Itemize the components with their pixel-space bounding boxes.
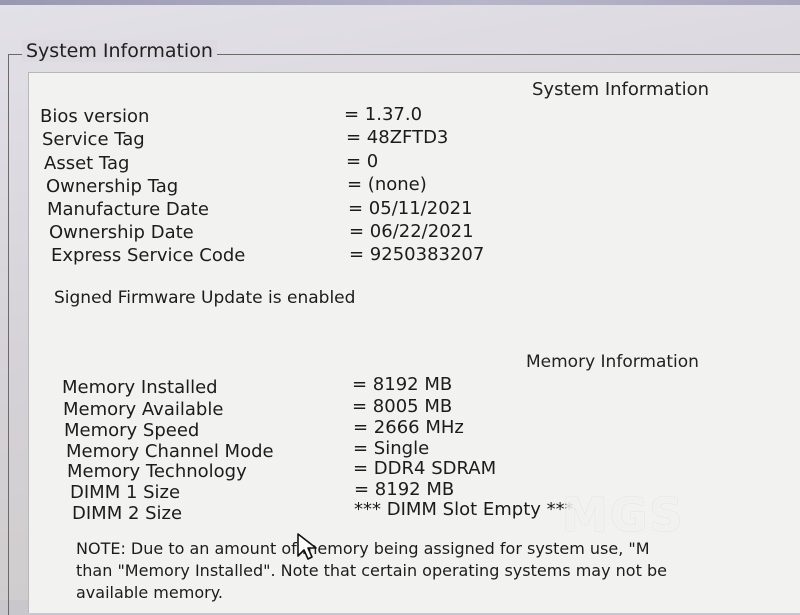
dimm-1-size-value: = 8192 MB (354, 479, 455, 500)
memory-note-line-2: than "Memory Installed". Note that certa… (76, 561, 667, 580)
dimm-2-size-label: DIMM 2 Size (72, 503, 183, 524)
memory-installed-label: Memory Installed (62, 377, 218, 398)
memory-installed-value: = 8192 MB (352, 374, 453, 395)
manufacture-date-value: = 05/11/2021 (348, 198, 473, 219)
ownership-date-label: Ownership Date (49, 222, 194, 243)
memory-technology-value: = DDR4 SDRAM (353, 458, 497, 479)
bios-version-label: Bios version (40, 106, 150, 127)
ownership-tag-value: = (none) (347, 174, 427, 195)
ownership-tag-label: Ownership Tag (46, 176, 179, 197)
memory-channel-mode-label: Memory Channel Mode (66, 441, 274, 462)
memory-technology-label: Memory Technology (67, 461, 247, 482)
mouse-pointer-icon (297, 533, 317, 560)
frame-title: System Information (22, 40, 217, 62)
service-tag-value: = 48ZFTD3 (346, 127, 449, 148)
memory-channel-mode-value: = Single (353, 438, 430, 459)
top-edge-strip (0, 0, 800, 5)
service-tag-label: Service Tag (42, 129, 145, 150)
express-service-code-value: = 9250383207 (349, 244, 485, 265)
memory-note: NOTE: Due to an amount of memory being a… (76, 538, 800, 604)
bios-version-value: = 1.37.0 (344, 104, 423, 125)
ownership-date-value: = 06/22/2021 (349, 221, 474, 242)
memory-speed-value: = 2666 MHz (353, 417, 464, 438)
memory-speed-label: Memory Speed (64, 420, 200, 441)
memory-note-line-1: NOTE: Due to an amount of memory being a… (76, 539, 650, 558)
bios-screen: System Information System Information Bi… (0, 0, 800, 615)
memory-available-label: Memory Available (63, 399, 224, 420)
manufacture-date-label: Manufacture Date (47, 199, 209, 220)
memory-information-heading: Memory Information (526, 352, 699, 372)
memory-note-line-3: available memory. (76, 583, 223, 602)
mgs-watermark-logo: MGS (562, 488, 685, 542)
signed-firmware-notice: Signed Firmware Update is enabled (54, 288, 356, 308)
express-service-code-label: Express Service Code (51, 245, 246, 266)
system-information-heading: System Information (532, 79, 710, 100)
dimm-2-size-value: *** DIMM Slot Empty *** (354, 499, 574, 520)
memory-available-value: = 8005 MB (352, 396, 453, 417)
asset-tag-label: Asset Tag (44, 153, 130, 174)
dimm-1-size-label: DIMM 1 Size (70, 482, 181, 503)
asset-tag-value: = 0 (346, 151, 379, 172)
